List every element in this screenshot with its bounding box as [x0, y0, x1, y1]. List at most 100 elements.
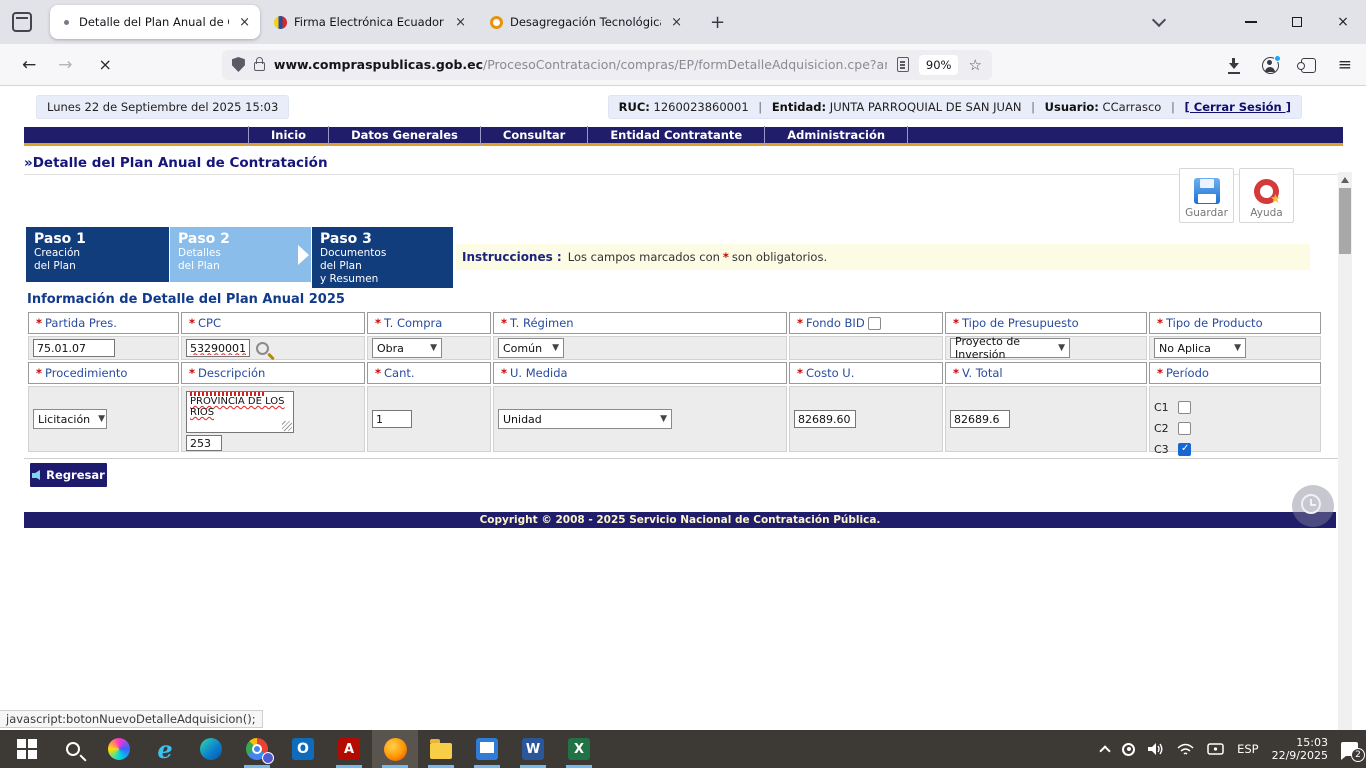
step-line: Documentos: [320, 247, 453, 260]
word-icon[interactable]: W: [510, 730, 556, 768]
c3-checkbox[interactable]: [1178, 443, 1191, 456]
divider: [24, 458, 1343, 459]
zoom-level[interactable]: 90%: [919, 55, 959, 75]
cell-vtotal: [945, 386, 1147, 452]
descripcion-textarea[interactable]: PROVINCIA DE LOS RIOS: [186, 391, 294, 433]
acrobat-icon[interactable]: A: [326, 730, 372, 768]
tab-close-icon[interactable]: ×: [453, 15, 468, 30]
resize-grip-icon[interactable]: [282, 421, 292, 431]
procedimiento-select[interactable]: Licitación▼: [33, 409, 107, 429]
divider: [24, 174, 1343, 175]
internet-explorer-icon[interactable]: e: [142, 730, 188, 768]
tab-close-icon[interactable]: ×: [237, 15, 252, 30]
tipo-presupuesto-select[interactable]: Proyecto de Inversión▼: [950, 338, 1070, 358]
cell-umedida: Unidad▼: [493, 386, 787, 452]
nav-entidad-contratante[interactable]: Entidad Contratante: [588, 126, 765, 145]
umedida-select[interactable]: Unidad▼: [498, 409, 672, 429]
header-cant: *Cant.: [367, 362, 491, 384]
tregimen-select[interactable]: Común▼: [498, 338, 564, 358]
clock[interactable]: 15:03 22/9/2025: [1272, 736, 1328, 762]
header-procedimiento: *Procedimiento: [28, 362, 179, 384]
nav-inicio[interactable]: Inicio: [248, 126, 329, 145]
copilot-icon[interactable]: [96, 730, 142, 768]
vtotal-input[interactable]: [950, 410, 1010, 428]
notification-center-icon[interactable]: 2: [1341, 742, 1358, 756]
stop-button[interactable]: ×: [99, 55, 112, 74]
floating-clock-widget-icon[interactable]: [1292, 485, 1334, 527]
nav-datos-generales[interactable]: Datos Generales: [329, 126, 481, 145]
cant-input[interactable]: [372, 410, 412, 428]
tab-title: Desagregación Tecnológica: Cál: [510, 15, 661, 29]
header-partida: *Partida Pres.: [28, 312, 179, 334]
start-button[interactable]: [4, 730, 50, 768]
tab-close-icon[interactable]: ×: [669, 15, 684, 30]
maximize-button[interactable]: [1274, 0, 1320, 44]
scroll-up-arrow-icon[interactable]: [1341, 177, 1349, 183]
chrome-icon[interactable]: [234, 730, 280, 768]
firefox-icon[interactable]: [372, 730, 418, 768]
ayuda-label: Ayuda: [1250, 207, 1282, 219]
step-line: del Plan: [178, 260, 311, 273]
usuario-label: Usuario:: [1045, 100, 1099, 114]
account-icon[interactable]: [1262, 57, 1279, 74]
partida-input[interactable]: [33, 339, 115, 357]
speaker-icon[interactable]: [1148, 742, 1164, 756]
tracking-shield-icon[interactable]: [232, 57, 245, 72]
usuario-value: CCarrasco: [1103, 100, 1162, 114]
header-costou: *Costo U.: [789, 362, 943, 384]
new-tab-button[interactable]: +: [698, 12, 737, 33]
regresar-button[interactable]: Regresar: [30, 463, 107, 487]
list-tabs-chevron-icon[interactable]: [1152, 13, 1166, 27]
step-title: Paso 3: [320, 231, 453, 247]
record-icon[interactable]: [1122, 743, 1135, 756]
cell-periodo: C1 C2 C3: [1149, 386, 1321, 452]
costou-input[interactable]: [794, 410, 856, 428]
help-lifering-icon: [1254, 179, 1279, 204]
forward-button[interactable]: →: [58, 55, 72, 75]
descripcion-code-input[interactable]: [186, 435, 222, 451]
c1-checkbox[interactable]: [1178, 401, 1191, 414]
header-tipo-presupuesto: *Tipo de Presupuesto: [945, 312, 1147, 334]
tab-desagregacion[interactable]: Desagregación Tecnológica: Cál ×: [482, 5, 692, 39]
tipo-producto-select[interactable]: No Aplica▼: [1154, 338, 1246, 358]
page-scrollbar[interactable]: [1338, 172, 1352, 768]
fondo-bid-checkbox[interactable]: [868, 317, 881, 330]
logout-link[interactable]: [ Cerrar Sesión ]: [1185, 100, 1292, 114]
separator: |: [758, 100, 762, 114]
tray-chevron-icon[interactable]: [1099, 745, 1110, 756]
tab-firma-electronica[interactable]: Firma Electrónica Ecuador - Firm ×: [266, 5, 476, 39]
ayuda-button[interactable]: Ayuda: [1239, 168, 1294, 223]
nav-administracion[interactable]: Administración: [765, 126, 908, 145]
separator: |: [1031, 100, 1035, 114]
guardar-button[interactable]: Guardar: [1179, 168, 1234, 223]
close-window-button[interactable]: ×: [1320, 0, 1366, 44]
wifi-icon[interactable]: [1177, 743, 1194, 756]
office-app-icon[interactable]: [464, 730, 510, 768]
file-explorer-icon[interactable]: [418, 730, 464, 768]
display-icon[interactable]: [1207, 742, 1224, 756]
cell-tipo-producto: No Aplica▼: [1149, 336, 1321, 360]
taskbar-search-icon[interactable]: [50, 730, 96, 768]
extensions-icon[interactable]: [1301, 58, 1316, 73]
reader-mode-icon[interactable]: [897, 57, 909, 72]
menu-hamburger-icon[interactable]: ≡: [1338, 55, 1352, 75]
address-bar[interactable]: www.compraspublicas.gob.ec/ProcesoContra…: [222, 50, 992, 80]
bookmark-star-icon[interactable]: ☆: [968, 56, 981, 74]
cpc-search-icon[interactable]: [256, 342, 269, 355]
tab-manager-icon[interactable]: [12, 12, 32, 32]
scrollbar-thumb[interactable]: [1339, 188, 1351, 254]
cpc-input[interactable]: [186, 339, 250, 357]
nav-consultar[interactable]: Consultar: [481, 126, 588, 145]
c2-checkbox[interactable]: [1178, 422, 1191, 435]
minimize-button[interactable]: [1228, 0, 1274, 44]
edge-icon[interactable]: [188, 730, 234, 768]
excel-icon[interactable]: X: [556, 730, 602, 768]
back-button[interactable]: ←: [22, 55, 36, 75]
lock-icon[interactable]: [254, 62, 265, 71]
step-line: y Resumen: [320, 273, 453, 286]
tcompra-select[interactable]: Obra▼: [372, 338, 442, 358]
downloads-icon[interactable]: [1228, 58, 1240, 72]
outlook-icon[interactable]: O: [280, 730, 326, 768]
language-indicator[interactable]: ESP: [1237, 742, 1259, 756]
tab-detalle-plan[interactable]: Detalle del Plan Anual de Contra ×: [50, 5, 260, 39]
